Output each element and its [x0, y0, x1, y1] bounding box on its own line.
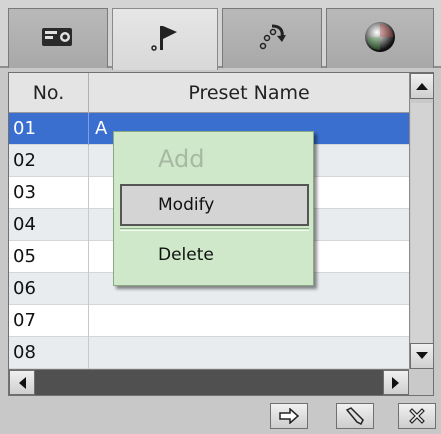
tab-presets[interactable] — [112, 8, 218, 70]
preset-panel: No. Preset Name 01 A 02 03 04 05 06 07 08 Add Mo… — [0, 0, 441, 434]
arrow-right-small-icon — [392, 376, 399, 389]
tab-camera-settings[interactable] — [8, 8, 108, 68]
cell-preset-name — [89, 337, 409, 369]
edit-pencil-icon — [345, 407, 364, 426]
arrow-right-icon — [279, 408, 300, 424]
cell-no: 04 — [9, 209, 89, 241]
cell-no: 06 — [9, 273, 89, 305]
delete-preset-button[interactable] — [398, 403, 436, 429]
cell-no: 02 — [9, 145, 89, 177]
context-menu: Add Modify Delete — [113, 131, 314, 286]
menu-item-modify[interactable]: Modify — [120, 184, 309, 226]
flag-preset-icon — [147, 23, 183, 57]
cell-no: 05 — [9, 241, 89, 273]
column-header-no[interactable]: No. — [9, 73, 89, 113]
close-x-icon — [409, 408, 425, 424]
cell-no: 07 — [9, 305, 89, 337]
tab-color[interactable] — [326, 8, 434, 68]
camera-settings-icon — [40, 24, 76, 54]
tour-path-icon — [254, 22, 290, 56]
arrow-up-icon — [416, 83, 428, 90]
scroll-up-button[interactable] — [410, 73, 434, 99]
table-row[interactable]: 08 — [9, 337, 409, 369]
scrollbar-corner — [409, 369, 433, 395]
edit-preset-button[interactable] — [336, 403, 374, 429]
color-ball-icon — [362, 19, 398, 59]
menu-separator — [120, 228, 309, 231]
arrow-left-icon — [19, 376, 26, 389]
tab-bar — [0, 0, 441, 70]
vertical-scrollbar[interactable] — [409, 73, 434, 377]
table-header: No. Preset Name — [9, 73, 409, 113]
bottom-toolbar — [0, 398, 441, 434]
cell-no: 08 — [9, 337, 89, 369]
arrow-down-icon — [416, 352, 428, 359]
scroll-right-button[interactable] — [383, 370, 409, 395]
scroll-left-button[interactable] — [9, 370, 35, 395]
menu-item-delete[interactable]: Delete — [120, 234, 309, 276]
vertical-scroll-track[interactable] — [411, 103, 432, 343]
scroll-down-button[interactable] — [410, 343, 434, 369]
horizontal-scrollbar[interactable] — [9, 369, 409, 395]
tab-tour[interactable] — [222, 8, 322, 68]
cell-no: 03 — [9, 177, 89, 209]
cell-preset-name — [89, 305, 409, 337]
goto-preset-button[interactable] — [270, 403, 308, 429]
table-row[interactable]: 07 — [9, 305, 409, 337]
column-header-preset-name[interactable]: Preset Name — [89, 73, 409, 113]
menu-item-add[interactable]: Add — [120, 138, 309, 180]
cell-no: 01 — [9, 113, 89, 145]
